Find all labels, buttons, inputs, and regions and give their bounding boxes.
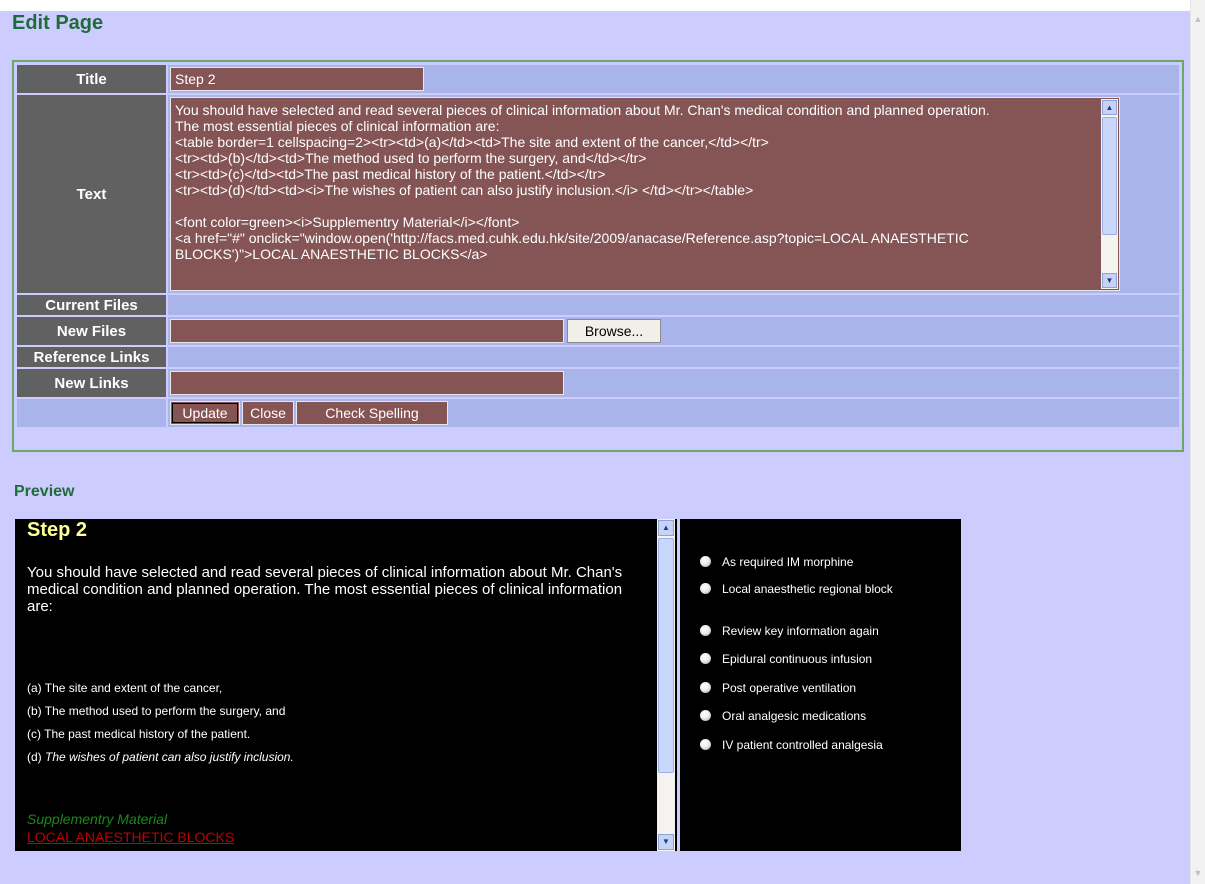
scroll-down-icon[interactable]: ▼: [658, 834, 674, 850]
update-button[interactable]: Update: [170, 401, 240, 425]
text-content: You should have selected and read severa…: [175, 102, 990, 262]
radio-icon[interactable]: [700, 583, 711, 594]
scroll-down-icon[interactable]: ▼: [1102, 273, 1117, 288]
page-title: Edit Page: [12, 12, 104, 34]
item-text: The wishes of patient can also justify i…: [45, 750, 294, 764]
preview-scrollbar[interactable]: ▲ ▼: [657, 519, 675, 851]
actions-cell: Update Close Check Spelling: [168, 399, 1179, 427]
option-label: As required IM morphine: [722, 555, 854, 569]
browse-button[interactable]: Browse...: [567, 319, 661, 343]
title-label: Title: [17, 65, 166, 93]
item-letter: (c): [27, 727, 41, 741]
title-input[interactable]: Step 2: [170, 67, 424, 91]
list-item: (d) The wishes of patient can also justi…: [27, 746, 294, 769]
list-item: (c) The past medical history of the pati…: [27, 723, 294, 746]
text-cell: You should have selected and read severa…: [168, 95, 1179, 293]
option-label: Epidural continuous infusion: [722, 652, 873, 666]
item-text: The past medical history of the patient.: [44, 727, 251, 741]
item-text: The site and extent of the cancer,: [44, 681, 223, 695]
form-table: Title Step 2 Text You should have select…: [15, 63, 1181, 429]
reference-link[interactable]: LOCAL ANAESTHETIC BLOCKS: [27, 829, 234, 845]
preview-title: Step 2: [27, 519, 88, 541]
reference-links-cell: [168, 347, 1179, 367]
scroll-up-icon[interactable]: ▲: [658, 520, 674, 536]
current-files-cell: [168, 295, 1179, 315]
item-text: The method used to perform the surgery, …: [44, 704, 286, 718]
new-files-label: New Files: [17, 317, 166, 345]
title-cell: Step 2: [168, 65, 1179, 93]
preview-intro: You should have selected and read severa…: [27, 564, 623, 615]
new-links-cell: [168, 369, 1179, 397]
item-letter: (b): [27, 704, 42, 718]
list-item: (a) The site and extent of the cancer,: [27, 677, 294, 700]
list-item: (b) The method used to perform the surge…: [27, 700, 294, 723]
radio-icon[interactable]: [700, 710, 711, 721]
window-scrollbar[interactable]: ▲ ▼: [1190, 0, 1205, 884]
radio-icon[interactable]: [700, 739, 711, 750]
check-spelling-button[interactable]: Check Spelling: [296, 401, 448, 425]
edit-form: Title Step 2 Text You should have select…: [12, 60, 1184, 452]
radio-icon[interactable]: [700, 625, 711, 636]
option-label: Local anaesthetic regional block: [722, 582, 893, 596]
preview-heading: Preview: [14, 483, 75, 500]
text-label: Text: [17, 95, 166, 293]
option-label: Review key information again: [722, 624, 879, 638]
new-link-input[interactable]: [170, 371, 564, 395]
preview-options-panel: As required IM morphine Local anaestheti…: [680, 519, 961, 851]
option-label: IV patient controlled analgesia: [722, 738, 883, 752]
preview-content-panel: Step 2 You should have selected and read…: [15, 519, 677, 851]
option-label: Post operative ventilation: [722, 681, 857, 695]
radio-icon[interactable]: [700, 556, 711, 567]
item-letter: (a): [27, 681, 42, 695]
scroll-up-icon[interactable]: ▲: [1193, 14, 1203, 24]
actions-spacer: [17, 399, 166, 427]
radio-icon[interactable]: [700, 653, 711, 664]
new-files-cell: Browse...: [168, 317, 1179, 345]
scroll-down-icon[interactable]: ▼: [1193, 868, 1203, 878]
preview-info-list: (a) The site and extent of the cancer, (…: [27, 677, 294, 769]
scroll-up-icon[interactable]: ▲: [1102, 100, 1117, 115]
option-label: Oral analgesic medications: [722, 709, 867, 723]
scroll-thumb[interactable]: [658, 538, 674, 773]
supplementary-material-label: Supplementry Material: [27, 811, 168, 827]
text-textarea[interactable]: You should have selected and read severa…: [170, 97, 1120, 291]
new-links-label: New Links: [17, 369, 166, 397]
close-button[interactable]: Close: [242, 401, 294, 425]
radio-icon[interactable]: [700, 682, 711, 693]
item-letter: (d): [27, 750, 42, 764]
current-files-label: Current Files: [17, 295, 166, 315]
scroll-thumb[interactable]: [1102, 117, 1117, 235]
reference-links-label: Reference Links: [17, 347, 166, 367]
file-path-input[interactable]: [170, 319, 564, 343]
textarea-scrollbar[interactable]: ▲ ▼: [1101, 99, 1118, 289]
